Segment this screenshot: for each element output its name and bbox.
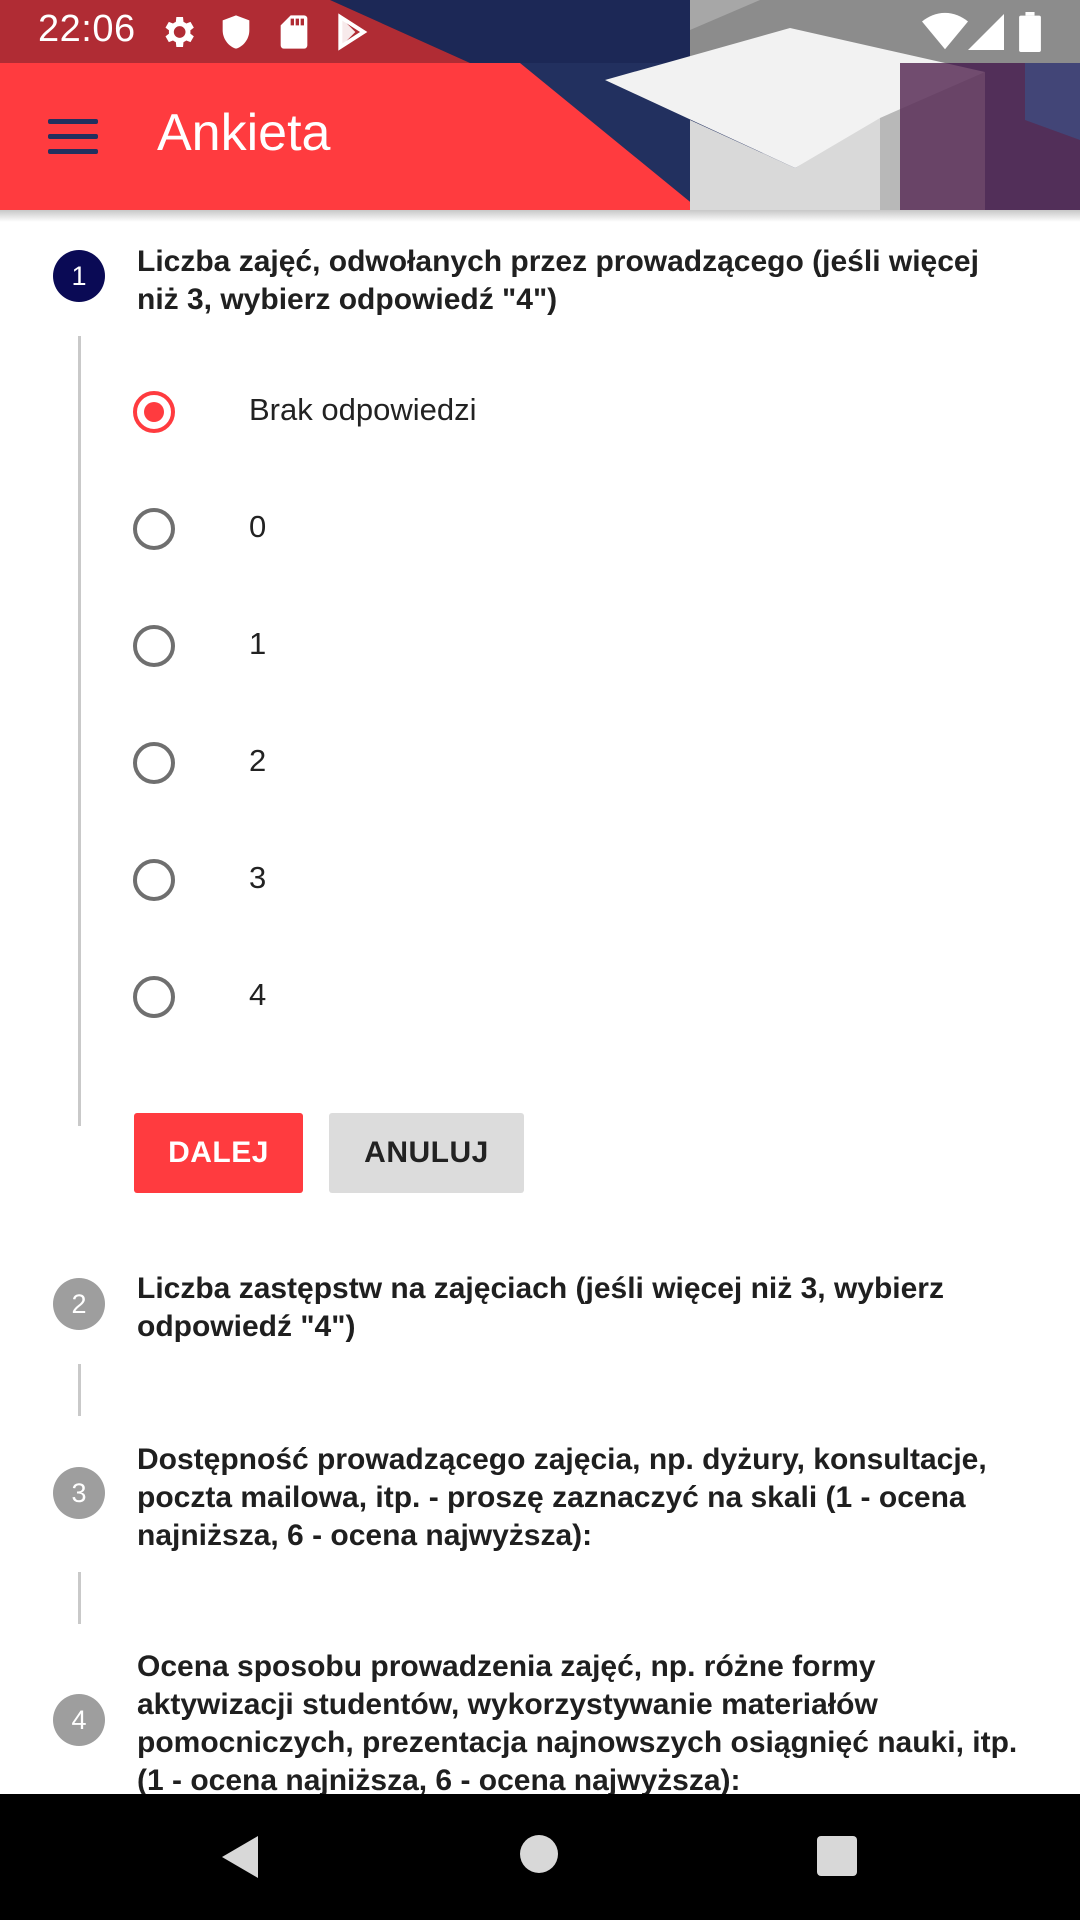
- wifi-icon: [922, 12, 968, 50]
- app-header: 22:06 Ankieta: [0, 0, 1080, 210]
- option-2[interactable]: 2: [120, 709, 1020, 819]
- step-2-title[interactable]: Liczba zastępstw na zajęciach (jeśli wię…: [137, 1270, 1027, 1346]
- play-store-icon: [338, 13, 368, 51]
- hamburger-menu-icon[interactable]: [36, 105, 110, 167]
- back-icon[interactable]: [218, 1834, 260, 1880]
- radio-unselected[interactable]: [133, 976, 175, 1018]
- radio-unselected[interactable]: [133, 742, 175, 784]
- step-2-connector: [78, 1364, 81, 1416]
- shield-icon: [222, 15, 250, 49]
- step-1-title[interactable]: Liczba zajęć, odwołanych przez prowadząc…: [137, 243, 1027, 319]
- sd-card-icon: [280, 15, 308, 49]
- toolbar-shadow: [0, 210, 1080, 222]
- cancel-button[interactable]: ANULUJ: [329, 1113, 524, 1193]
- option-4[interactable]: 4: [120, 943, 1020, 1053]
- step-4-title[interactable]: Ocena sposobu prowadzenia zajęć, np. róż…: [137, 1648, 1027, 1794]
- option-brak-odpowiedzi[interactable]: Brak odpowiedzi: [120, 358, 1020, 468]
- option-1[interactable]: 1: [120, 592, 1020, 702]
- option-3[interactable]: 3: [120, 826, 1020, 936]
- settings-icon: [165, 17, 194, 47]
- next-button[interactable]: DALEJ: [134, 1113, 303, 1193]
- status-time: 22:06: [38, 8, 136, 50]
- option-label: 0: [249, 509, 267, 544]
- survey-stepper: 1 Liczba zajęć, odwołanych przez prowadz…: [0, 210, 1080, 1794]
- radio-selected[interactable]: [133, 391, 175, 433]
- home-icon[interactable]: [520, 1835, 558, 1873]
- option-0[interactable]: 0: [120, 475, 1020, 585]
- step-2-number: 2: [53, 1278, 105, 1330]
- step-1-connector: [78, 336, 81, 1126]
- step-3-connector: [78, 1572, 81, 1624]
- option-label: 3: [249, 860, 267, 895]
- option-label: 1: [249, 626, 267, 661]
- radio-unselected[interactable]: [133, 625, 175, 667]
- radio-unselected[interactable]: [133, 508, 175, 550]
- step-3-title[interactable]: Dostępność prowadzącego zajęcia, np. dyż…: [137, 1441, 1027, 1555]
- step-4-number: 4: [53, 1694, 105, 1746]
- status-bar: 22:06: [0, 0, 1080, 63]
- recents-icon[interactable]: [817, 1836, 857, 1876]
- battery-icon: [1019, 12, 1041, 52]
- option-label: 2: [249, 743, 267, 778]
- radio-unselected[interactable]: [133, 859, 175, 901]
- step-1-number: 1: [53, 250, 105, 302]
- option-label: Brak odpowiedzi: [249, 392, 477, 427]
- navigation-bar: [0, 1794, 1080, 1920]
- toolbar: Ankieta: [0, 63, 1080, 210]
- step-3-number: 3: [53, 1467, 105, 1519]
- option-label: 4: [249, 977, 267, 1012]
- page-title: Ankieta: [157, 104, 331, 162]
- signal-icon: [968, 14, 1004, 50]
